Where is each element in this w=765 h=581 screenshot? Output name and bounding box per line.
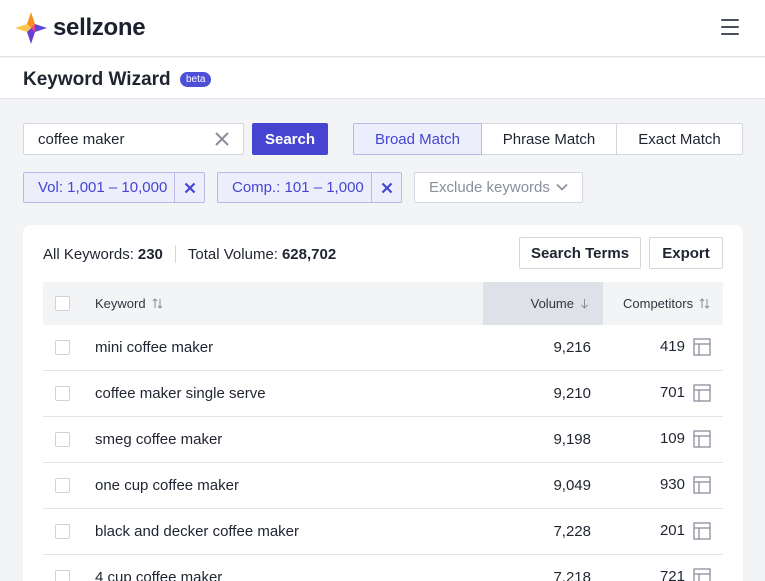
search-terms-button[interactable]: Search Terms [519,237,641,269]
keyword-cell: mini coffee maker [95,339,214,356]
table-row: mini coffee maker 9,216 419 [43,325,723,371]
row-checkbox[interactable] [55,432,70,447]
keyword-stats: All Keywords: 230 Total Volume: 628,702 [43,245,336,263]
tab-exact-match[interactable]: Exact Match [616,123,743,155]
export-button[interactable]: Export [649,237,723,269]
total-volume-value: 628,702 [281,245,337,263]
close-icon[interactable] [214,131,230,147]
volume-cell: 9,198 [553,431,591,448]
results-card: All Keywords: 230 Total Volume: 628,702 … [23,225,743,581]
row-checkbox[interactable] [55,386,70,401]
table-row: smeg coffee maker 9,198 109 [43,417,723,463]
volume-cell: 9,049 [553,477,591,494]
competitors-cell: 109 [659,430,685,447]
keyword-cell: smeg coffee maker [95,431,223,448]
row-checkbox[interactable] [55,570,70,581]
keyword-cell: 4 cup coffee maker [95,569,223,581]
remove-competitors-filter-button[interactable] [371,173,401,202]
exclude-keywords-dropdown[interactable]: Exclude keywords [414,172,583,203]
column-competitors[interactable]: Competitors [623,282,710,325]
logo[interactable]: sellzone [15,12,146,44]
search-box [23,123,244,155]
competitors-cell: 419 [659,338,685,355]
volume-cell: 9,216 [553,339,591,356]
volume-cell: 7,218 [553,569,591,581]
row-checkbox[interactable] [55,524,70,539]
search-button[interactable]: Search [252,123,328,155]
table-row: one cup coffee maker 9,049 930 [43,463,723,509]
top-bar: sellzone [0,0,765,57]
column-competitors-label: Competitors [623,296,694,311]
competitors-cell: 721 [659,568,685,581]
all-keywords-label: All Keywords: [43,245,134,263]
column-keyword[interactable]: Keyword [95,282,163,325]
competitors-table-icon[interactable] [693,338,711,356]
tab-broad-match[interactable]: Broad Match [353,123,482,155]
table-row: coffee maker single serve 9,210 701 [43,371,723,417]
competitors-cell: 201 [659,522,685,539]
column-keyword-label: Keyword [95,296,146,311]
competitors-table-icon[interactable] [693,568,711,581]
column-volume-label: Volume [530,296,574,311]
chevron-down-icon [556,183,568,191]
volume-cell: 7,228 [553,523,591,540]
competitors-filter-label: Comp.: 101 – 1,000 [232,179,364,196]
row-checkbox[interactable] [55,340,70,355]
sellzone-logo-icon [15,12,47,44]
table-row: black and decker coffee maker 7,228 201 [43,509,723,555]
competitors-table-icon[interactable] [693,430,711,448]
title-bar: Keyword Wizard beta [0,58,765,99]
competitors-filter-chip[interactable]: Comp.: 101 – 1,000 [217,172,402,203]
remove-volume-filter-button[interactable] [174,173,204,202]
close-icon [184,182,195,193]
match-type-group: Broad Match Phrase Match Exact Match [353,123,743,155]
sort-icon [152,298,162,309]
competitors-table-icon[interactable] [693,522,711,540]
select-all-checkbox[interactable] [55,296,70,311]
volume-filter-label: Vol: 1,001 – 10,000 [38,179,168,196]
table-header: Keyword Volume Competitors [43,282,723,325]
tab-phrase-match[interactable]: Phrase Match [481,123,617,155]
hamburger-icon[interactable] [721,19,739,35]
table-row: 4 cup coffee maker 7,218 721 [43,555,723,581]
row-checkbox[interactable] [55,478,70,493]
all-keywords-value: 230 [137,245,163,263]
close-icon [381,182,392,193]
keyword-cell: coffee maker single serve [95,385,266,402]
competitors-cell: 930 [659,476,685,493]
keyword-cell: one cup coffee maker [95,477,239,494]
total-volume-label: Total Volume: [187,245,278,263]
column-volume[interactable]: Volume [483,282,603,325]
search-input[interactable] [24,124,209,154]
beta-badge: beta [180,72,212,87]
page-title: Keyword Wizard [23,69,171,90]
exclude-keywords-label: Exclude keywords [429,179,550,196]
keyword-cell: black and decker coffee maker [95,523,300,540]
sort-icon [699,298,710,309]
competitors-table-icon[interactable] [693,384,711,402]
volume-cell: 9,210 [553,385,591,402]
competitors-cell: 701 [659,384,685,401]
stats-divider [174,245,176,263]
volume-filter-chip[interactable]: Vol: 1,001 – 10,000 [23,172,205,203]
brand-name: sellzone [53,14,146,41]
competitors-table-icon[interactable] [693,476,711,494]
sort-descending-icon [581,299,588,309]
